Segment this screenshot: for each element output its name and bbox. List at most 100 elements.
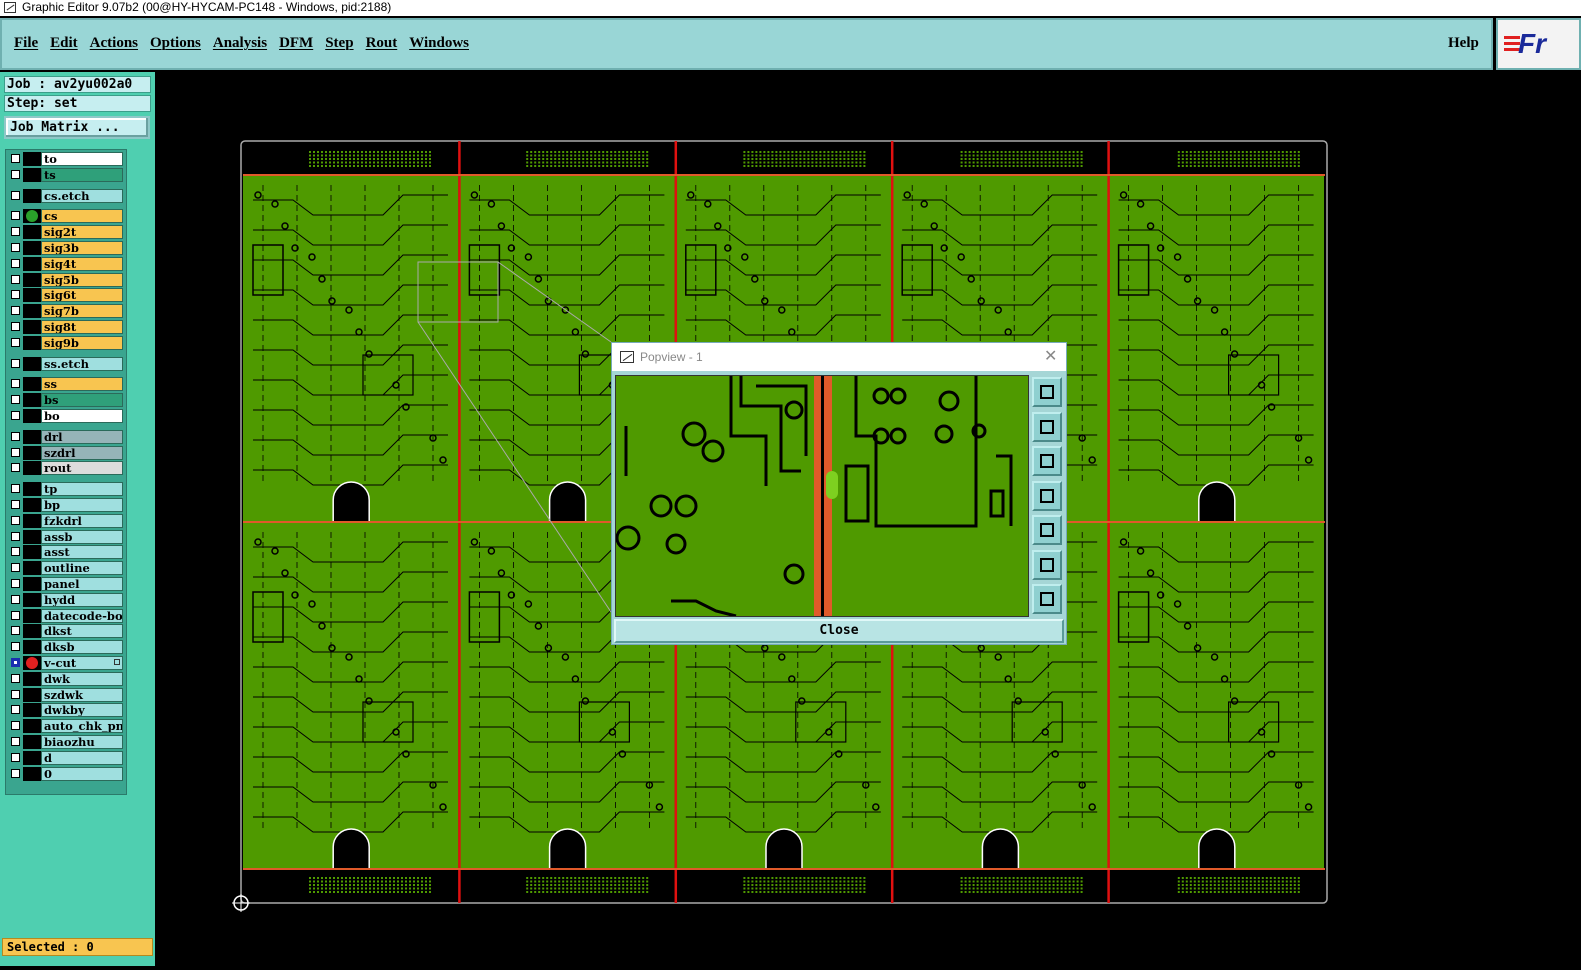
layer-row-panel[interactable]: panel (6, 577, 126, 591)
layer-row-outline[interactable]: outline (6, 561, 126, 576)
pan-up-button[interactable] (1032, 411, 1062, 442)
layer-row-0[interactable]: 0 (6, 766, 126, 781)
layer-name[interactable]: v-cut (41, 656, 123, 670)
layer-row-sig3b[interactable]: sig3b (6, 241, 126, 255)
layer-row-sig4t[interactable]: sig4t (6, 256, 126, 271)
close-icon[interactable]: ✕ (1044, 346, 1057, 366)
layer-row-fzkdrl[interactable]: fzkdrl (6, 513, 126, 528)
layer-name[interactable]: ts (41, 167, 123, 182)
menu-analysis[interactable]: Analysis (213, 35, 267, 51)
layer-row-dkst[interactable]: dkst (6, 624, 126, 639)
menu-dfm[interactable]: DFM (279, 35, 313, 51)
layer-row-sig8t[interactable]: sig8t (6, 320, 126, 334)
zoom-in-button[interactable] (1032, 584, 1062, 614)
layer-row-drl[interactable]: drl (6, 429, 126, 444)
layer-checkbox[interactable] (11, 737, 20, 746)
layer-name[interactable]: szdwk (41, 687, 123, 702)
menu-options[interactable]: Options (150, 35, 201, 51)
layer-checkbox[interactable] (11, 290, 20, 300)
layer-row-rout[interactable]: rout (6, 461, 126, 476)
layer-name[interactable]: ss.etch (41, 356, 123, 371)
layer-name[interactable]: rout (41, 461, 123, 476)
layer-name[interactable]: dwk (41, 671, 123, 686)
layer-name[interactable]: fzkdrl (41, 513, 123, 528)
layer-checkbox[interactable] (11, 154, 20, 163)
layer-name[interactable]: sig7b (41, 304, 123, 319)
layer-checkbox[interactable] (11, 768, 20, 778)
menu-help[interactable]: Help (1448, 35, 1479, 52)
layer-checkbox[interactable] (11, 431, 20, 441)
layer-row-cs.etch[interactable]: cs.etch (6, 188, 126, 203)
layer-name[interactable]: drl (41, 429, 123, 444)
layer-name[interactable]: sig8t (41, 320, 123, 334)
layer-checkbox[interactable] (11, 395, 20, 405)
layer-name[interactable]: sig2t (41, 225, 123, 240)
layer-checkbox[interactable] (11, 689, 20, 699)
layer-checkbox[interactable] (11, 531, 20, 541)
layer-checkbox[interactable] (11, 610, 20, 620)
layer-row-cs[interactable]: cs (6, 209, 126, 224)
layer-row-v-cut[interactable]: v-cut (6, 656, 126, 670)
layer-row-dwk[interactable]: dwk (6, 671, 126, 686)
layer-checkbox[interactable] (11, 673, 20, 683)
layer-name[interactable]: panel (41, 577, 123, 591)
layer-row-sig5b[interactable]: sig5b (6, 272, 126, 287)
layer-name[interactable]: auto_chk_pn (41, 719, 123, 734)
layer-row-sig7b[interactable]: sig7b (6, 304, 126, 319)
popview-viewport[interactable] (615, 375, 1029, 617)
layer-name[interactable]: 0 (41, 766, 123, 781)
layer-checkbox[interactable] (11, 563, 20, 573)
zoom-fit-button[interactable] (1032, 377, 1062, 407)
layer-row-dksb[interactable]: dksb (6, 640, 126, 655)
layer-name[interactable]: tp (41, 482, 123, 497)
layer-row-to[interactable]: to (6, 152, 126, 166)
layer-row-sig2t[interactable]: sig2t (6, 225, 126, 240)
layer-name[interactable]: dkst (41, 624, 123, 639)
pan-right-button[interactable] (1032, 515, 1062, 545)
layer-name[interactable]: bo (41, 409, 123, 423)
layer-checkbox[interactable] (11, 243, 20, 252)
layer-row-hydd[interactable]: hydd (6, 592, 126, 607)
layer-name[interactable]: ss (41, 377, 123, 392)
layer-name[interactable]: datecode-bo (41, 608, 123, 623)
layer-row-ss.etch[interactable]: ss.etch (6, 356, 126, 371)
layer-checkbox[interactable] (11, 721, 20, 731)
layer-row-sig6t[interactable]: sig6t (6, 288, 126, 303)
layer-name[interactable]: dwkby (41, 703, 123, 718)
layer-checkbox[interactable] (11, 322, 20, 331)
layer-name[interactable]: hydd (41, 592, 123, 607)
layer-checkbox[interactable] (11, 500, 20, 509)
layer-checkbox[interactable] (11, 642, 20, 652)
layer-checkbox[interactable] (11, 227, 20, 237)
layer-checkbox[interactable] (11, 258, 20, 268)
layer-name[interactable]: sig3b (41, 241, 123, 255)
layer-checkbox[interactable] (11, 211, 20, 221)
pan-down-button[interactable] (1032, 446, 1062, 476)
layer-name[interactable]: assb (41, 529, 123, 544)
layer-row-bs[interactable]: bs (6, 393, 126, 408)
menu-edit[interactable]: Edit (50, 35, 78, 51)
close-button[interactable]: Close (614, 619, 1064, 643)
layer-checkbox[interactable] (11, 358, 20, 368)
layer-row-szdrl[interactable]: szdrl (6, 445, 126, 460)
layer-checkbox[interactable] (11, 274, 20, 284)
layer-row-biaozhu[interactable]: biaozhu (6, 735, 126, 749)
job-matrix-button[interactable]: Job Matrix ... (4, 116, 150, 139)
menu-file[interactable]: File (14, 35, 38, 51)
menu-step[interactable]: Step (325, 35, 353, 51)
layer-row-auto_chk_pn[interactable]: auto_chk_pn (6, 719, 126, 734)
layer-checkbox[interactable] (11, 547, 20, 557)
layer-checkbox[interactable] (11, 658, 20, 667)
layer-name[interactable]: dksb (41, 640, 123, 655)
layer-row-dwkby[interactable]: dwkby (6, 703, 126, 718)
layer-name[interactable]: cs (41, 209, 123, 224)
layer-checkbox[interactable] (11, 190, 20, 200)
layer-row-bp[interactable]: bp (6, 498, 126, 512)
layer-row-tp[interactable]: tp (6, 482, 126, 497)
layer-checkbox[interactable] (11, 337, 20, 347)
layer-name[interactable]: szdrl (41, 445, 123, 460)
layer-checkbox[interactable] (11, 752, 20, 762)
layer-name[interactable]: cs.etch (41, 188, 123, 203)
layer-checkbox[interactable] (11, 515, 20, 525)
layer-name[interactable]: sig5b (41, 272, 123, 287)
